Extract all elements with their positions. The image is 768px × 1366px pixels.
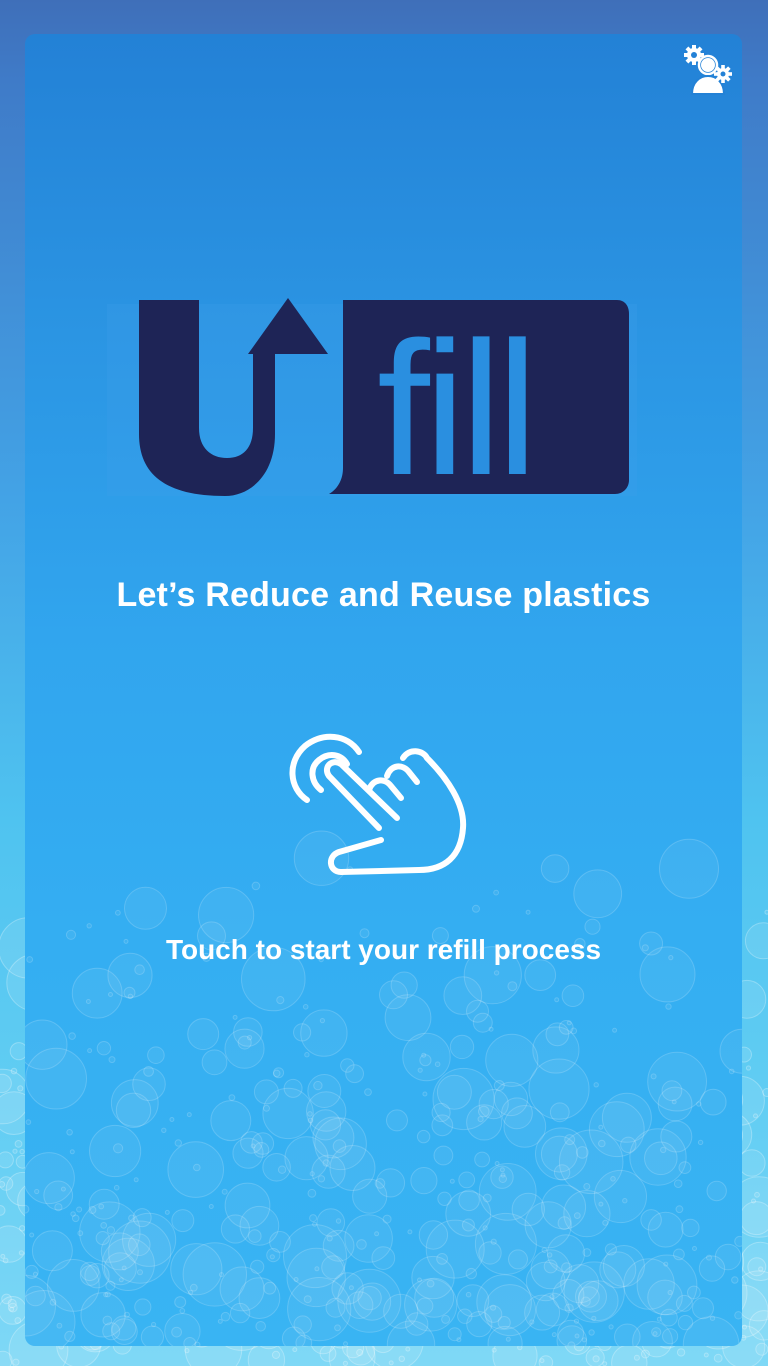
user-gear-icon bbox=[684, 45, 732, 95]
tagline: Let’s Reduce and Reuse plastics bbox=[116, 576, 651, 614]
hand-tap-icon bbox=[277, 728, 477, 888]
ufill-logo: fill bbox=[107, 298, 637, 515]
logo-word: fill bbox=[377, 303, 532, 498]
touch-prompt: Touch to start your refill process bbox=[165, 934, 602, 965]
kiosk-screen: { "app": { "logo": { "prefix": "U", "wor… bbox=[0, 0, 768, 1366]
start-touch-panel[interactable]: fill Let’s Reduce and Reuse plastics Tou… bbox=[25, 34, 742, 1346]
admin-settings-button[interactable] bbox=[679, 42, 735, 98]
